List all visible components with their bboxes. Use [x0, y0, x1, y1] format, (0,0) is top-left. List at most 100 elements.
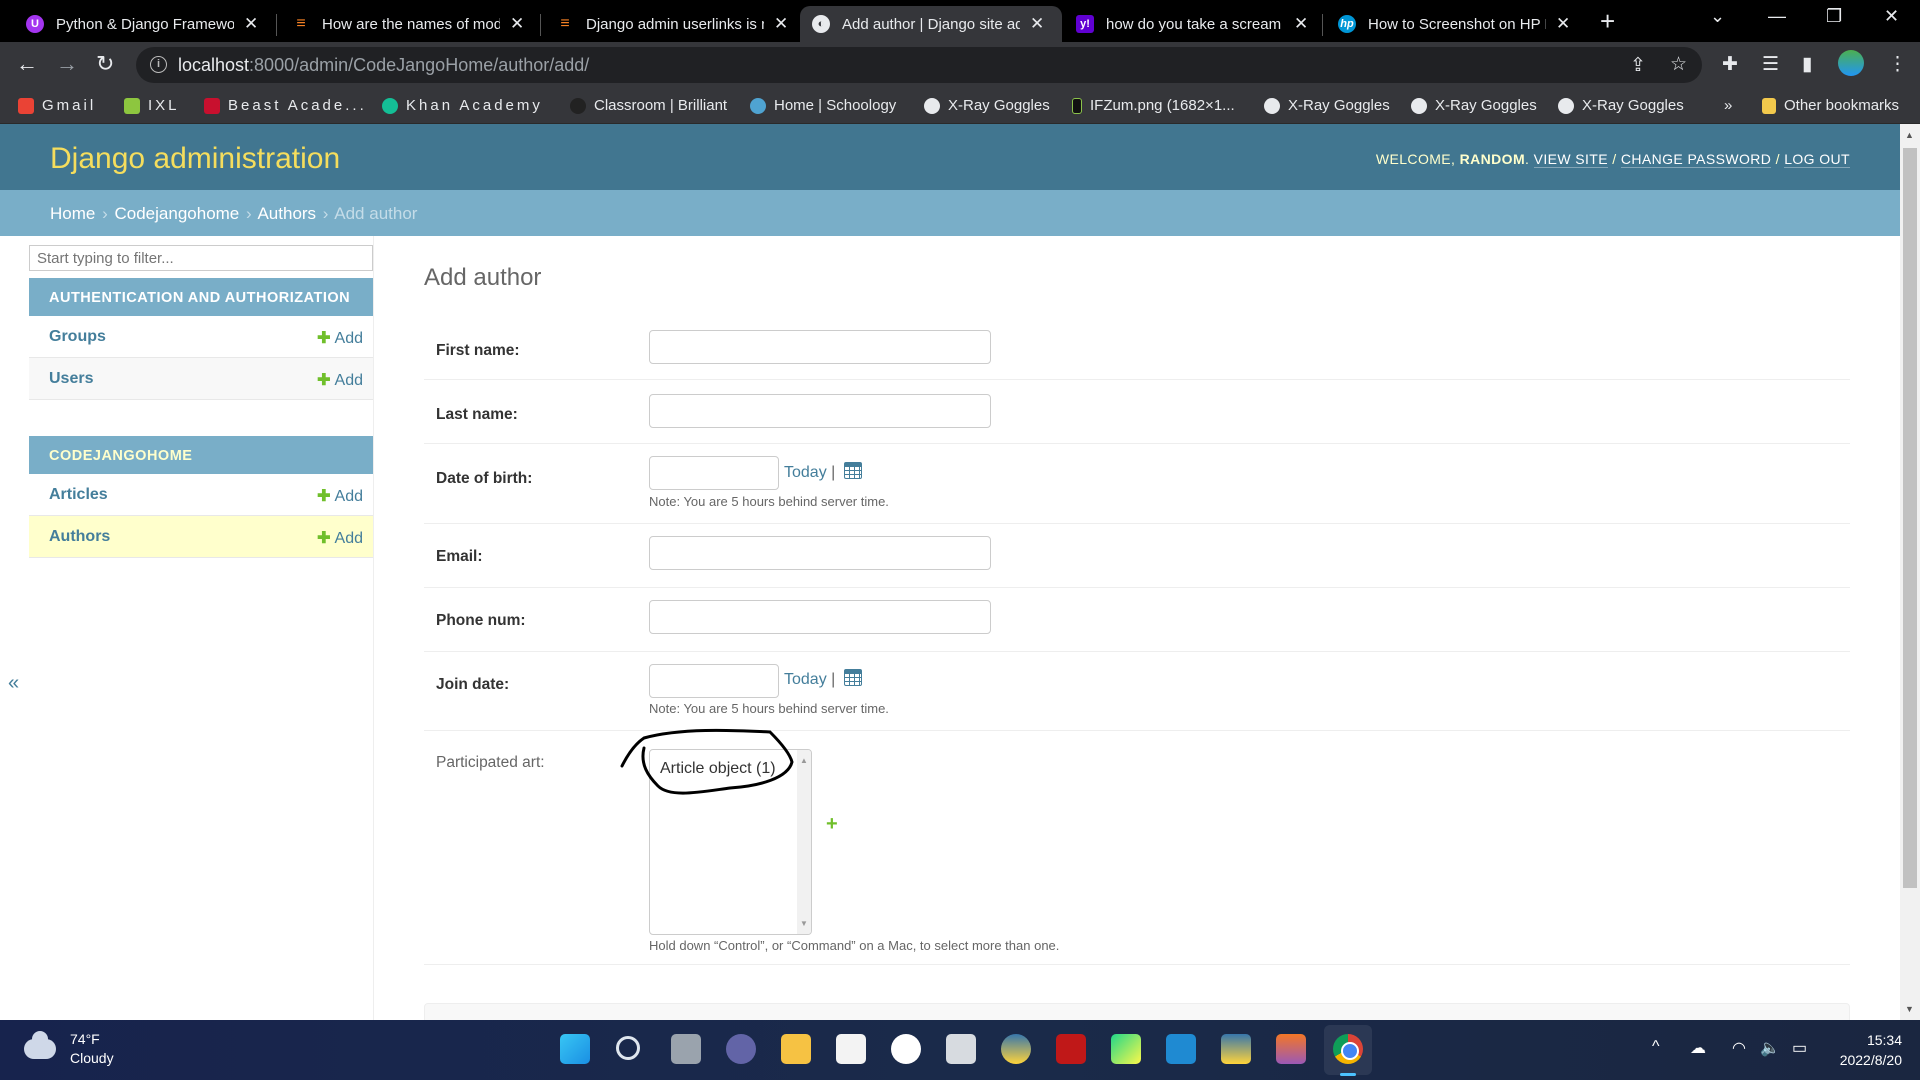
tab-search-icon[interactable]: ⌄	[1710, 6, 1725, 27]
search-icon[interactable]	[616, 1036, 640, 1060]
email-field[interactable]	[649, 536, 991, 570]
task-view-icon[interactable]	[671, 1034, 701, 1064]
breadcrumb-model[interactable]: Authors	[257, 204, 316, 223]
onedrive-icon[interactable]: ☁	[1690, 1038, 1706, 1058]
other-bookmarks[interactable]: Other bookmarks	[1762, 97, 1899, 114]
start-icon[interactable]	[560, 1034, 590, 1064]
vscode-icon[interactable]	[1166, 1034, 1196, 1064]
mcafee-icon[interactable]	[1056, 1034, 1086, 1064]
close-tab-icon[interactable]: ✕	[1294, 14, 1308, 34]
github-icon[interactable]	[891, 1034, 921, 1064]
site-branding[interactable]: Django administration	[50, 142, 340, 176]
side-panel-icon[interactable]: ▮	[1802, 53, 1812, 76]
forward-icon[interactable]: →	[56, 51, 78, 77]
add-link[interactable]: ✚ Add	[317, 370, 363, 390]
minimize-icon[interactable]: —	[1768, 6, 1786, 27]
share-icon[interactable]: ⇪	[1630, 54, 1646, 77]
today-link[interactable]: Today	[784, 671, 827, 688]
site-info-icon[interactable]: i	[150, 56, 167, 73]
system-clock[interactable]: 15:34 2022/8/20	[1840, 1030, 1902, 1070]
breadcrumb-app[interactable]: Codejangohome	[115, 204, 240, 223]
restore-icon[interactable]: ❐	[1826, 6, 1842, 27]
change-password-link[interactable]: CHANGE PASSWORD	[1620, 151, 1772, 168]
add-link[interactable]: ✚ Add	[317, 528, 363, 548]
close-tab-icon[interactable]: ✕	[510, 14, 524, 34]
add-related-icon[interactable]: +	[826, 813, 838, 836]
tab-add-author[interactable]: ◐ Add author | Django site admin ✕	[800, 6, 1062, 42]
phone-num-field[interactable]	[649, 600, 991, 634]
tab-python-django[interactable]: U Python & Django Framework ✕	[14, 6, 270, 42]
log-out-link[interactable]: LOG OUT	[1784, 151, 1850, 168]
tab-stackoverflow-names[interactable]: ≡ How are the names of models ✕	[280, 6, 536, 42]
file-explorer-icon[interactable]	[781, 1034, 811, 1064]
more-bookmarks-button[interactable]: »	[1724, 97, 1732, 114]
date-shortcuts: Today |	[784, 669, 862, 689]
close-window-icon[interactable]: ✕	[1884, 6, 1899, 27]
battery-icon[interactable]: ▭	[1792, 1038, 1807, 1058]
participated-art-select[interactable]: Article object (1) ▲ ▼	[649, 749, 812, 935]
chrome-icon[interactable]	[1333, 1034, 1363, 1064]
close-tab-icon[interactable]: ✕	[1030, 14, 1044, 34]
extensions-icon[interactable]: ✚	[1722, 53, 1738, 76]
page-scrollbar[interactable]: ▲ ▼	[1900, 124, 1920, 1020]
reload-icon[interactable]: ↻	[96, 51, 114, 77]
address-bar[interactable]: i localhost:8000/admin/CodeJangoHome/aut…	[136, 47, 1702, 83]
module-caption-auth[interactable]: AUTHENTICATION AND AUTHORIZATION	[29, 278, 373, 316]
model-link[interactable]: Authors	[49, 528, 110, 546]
close-tab-icon[interactable]: ✕	[1556, 14, 1570, 34]
tab-hp-screenshot[interactable]: hp How to Screenshot on HP Laptop ✕	[1326, 6, 1582, 42]
weather-widget[interactable]: 74°F Cloudy	[24, 1030, 114, 1068]
model-link[interactable]: Articles	[49, 486, 108, 504]
wifi-icon[interactable]: ◠	[1732, 1038, 1746, 1058]
help-icon[interactable]	[1001, 1034, 1031, 1064]
add-link[interactable]: ✚ Add	[317, 486, 363, 506]
model-link[interactable]: Users	[49, 370, 93, 388]
join-date-field[interactable]	[649, 664, 779, 698]
toggle-nav-sidebar-button[interactable]: «	[8, 672, 19, 695]
bookmark-xray-goggles-2[interactable]: X-Ray Goggles	[1264, 97, 1390, 114]
pycharm-icon[interactable]	[1111, 1034, 1141, 1064]
tab-stackoverflow-userlinks[interactable]: ≡ Django admin userlinks is not ✕	[544, 6, 800, 42]
date-of-birth-field[interactable]	[649, 456, 779, 490]
bookmark-beast-academy[interactable]: Beast Acade...	[204, 97, 367, 114]
bookmark-brilliant[interactable]: Classroom | Brilliant	[570, 97, 727, 114]
first-name-field[interactable]	[649, 330, 991, 364]
bookmark-star-icon[interactable]: ☆	[1670, 53, 1687, 76]
bookmark-xray-goggles-1[interactable]: X-Ray Goggles	[924, 97, 1050, 114]
back-icon[interactable]: ←	[16, 51, 38, 77]
bookmark-khan-academy[interactable]: Khan Academy	[382, 97, 543, 114]
calendar-icon[interactable]	[843, 462, 862, 479]
view-site-link[interactable]: VIEW SITE	[1533, 151, 1608, 168]
chrome-menu-icon[interactable]: ⋮	[1888, 53, 1907, 76]
model-link[interactable]: Groups	[49, 328, 106, 346]
today-link[interactable]: Today	[784, 464, 827, 481]
add-link[interactable]: ✚ Add	[317, 328, 363, 348]
calendar-icon[interactable]	[843, 669, 862, 686]
jupyter-icon[interactable]	[1276, 1034, 1306, 1064]
show-hidden-icons[interactable]: ^	[1652, 1038, 1660, 1056]
new-tab-button[interactable]: +	[1600, 6, 1615, 36]
close-tab-icon[interactable]: ✕	[774, 14, 788, 34]
bookmark-xray-goggles-4[interactable]: X-Ray Goggles	[1558, 97, 1684, 114]
last-name-field[interactable]	[649, 394, 991, 428]
notepad-icon[interactable]	[946, 1034, 976, 1064]
bookmark-ixl[interactable]: IXL	[124, 97, 180, 114]
module-caption-codejangohome[interactable]: CODEJANGOHOME	[29, 436, 373, 474]
reading-list-icon[interactable]: ☰	[1762, 53, 1779, 76]
select-scrollbar[interactable]: ▲ ▼	[797, 750, 811, 934]
close-tab-icon[interactable]: ✕	[244, 14, 258, 34]
volume-icon[interactable]: 🔈	[1760, 1038, 1780, 1058]
breadcrumb-home[interactable]: Home	[50, 204, 95, 223]
profile-avatar[interactable]	[1838, 50, 1864, 76]
tab-yahoo[interactable]: y! how do you take a scream shot ✕	[1064, 6, 1320, 42]
bookmark-schoology[interactable]: Home | Schoology	[750, 97, 896, 114]
scrollbar-thumb[interactable]	[1903, 148, 1917, 888]
bookmark-gmail[interactable]: Gmail	[18, 97, 96, 114]
ms-store-icon[interactable]	[836, 1034, 866, 1064]
teams-chat-icon[interactable]	[726, 1034, 756, 1064]
bookmark-ifzum[interactable]: IFZum.png (1682×1...	[1072, 97, 1235, 114]
nav-filter-input[interactable]	[29, 245, 373, 271]
bookmark-xray-goggles-3[interactable]: X-Ray Goggles	[1411, 97, 1537, 114]
select-option[interactable]: Article object (1)	[660, 760, 776, 778]
python-icon[interactable]	[1221, 1034, 1251, 1064]
